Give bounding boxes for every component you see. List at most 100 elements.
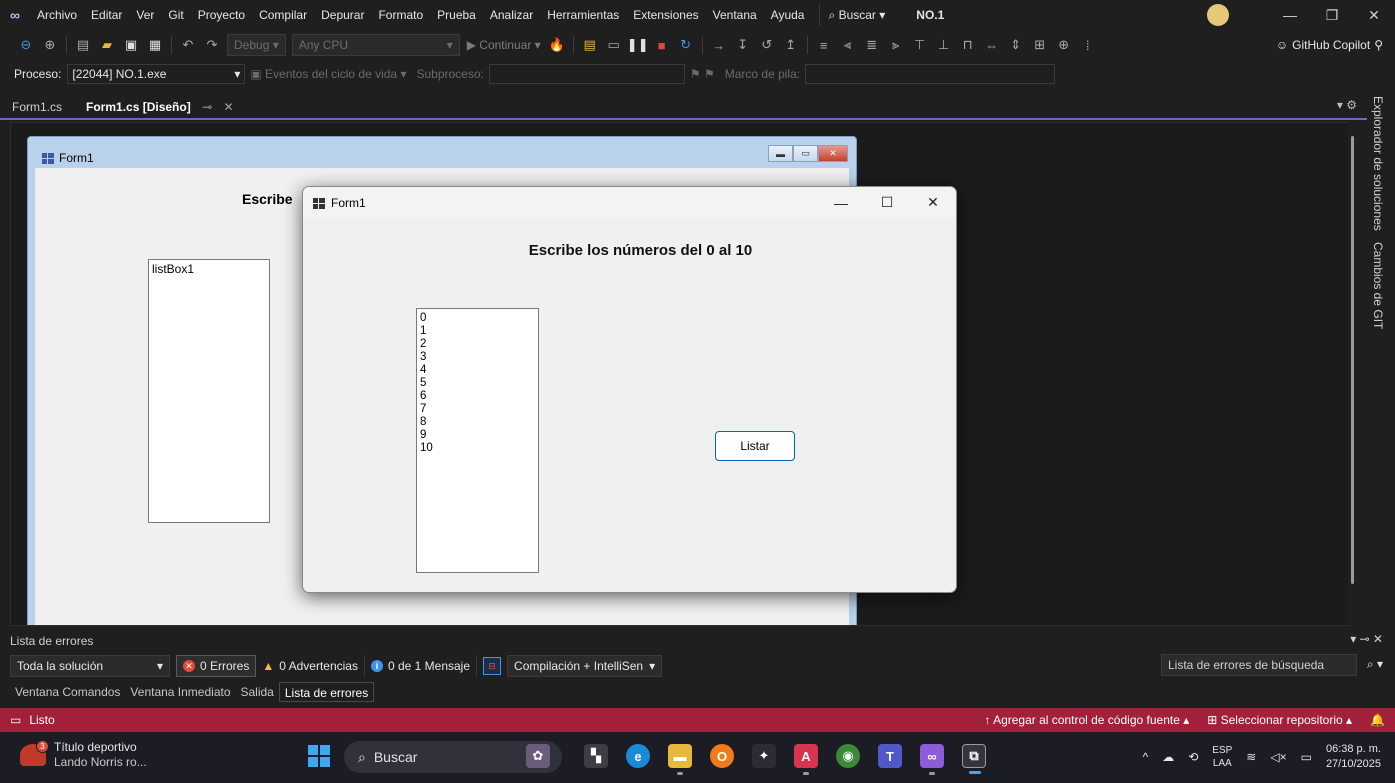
wifi-icon[interactable]: ≋ [1246,750,1256,764]
battery-icon[interactable]: ▭ [1301,750,1312,764]
align-bottom-icon[interactable]: ⊓ [958,35,978,55]
tab-form1-design[interactable]: Form1.cs [Diseño] ⊸ ✕ [74,96,246,118]
minimize-icon[interactable]: — [1269,0,1311,30]
menu-depurar[interactable]: Depurar [314,0,371,30]
add-source-control-button[interactable]: ↑ Agregar al control de código fuente ▴ [984,713,1189,727]
messages-filter-button[interactable]: i 0 de 1 Mensaje [365,655,478,677]
menu-git[interactable]: Git [161,0,190,30]
list-item[interactable]: 2 [420,338,535,351]
chrome-icon[interactable]: ◉ [836,744,860,768]
designer-listbox[interactable]: listBox1 [148,259,270,523]
menu-analizar[interactable]: Analizar [483,0,540,30]
tab-error-list[interactable]: Lista de errores [278,682,375,702]
menu-extensiones[interactable]: Extensiones [626,0,705,30]
opera-icon[interactable]: O [710,744,734,768]
pause-icon[interactable]: ❚❚ [627,35,649,55]
clock[interactable]: 06:38 p. m. 27/10/2025 [1326,742,1381,772]
filter-icon[interactable]: ⊟ [483,657,502,675]
input-language[interactable]: ESP LAA [1212,744,1232,770]
designer-scrollbar[interactable] [1348,122,1358,626]
menu-ventana[interactable]: Ventana [706,0,764,30]
list-item[interactable]: 8 [420,416,535,429]
back-icon[interactable]: ⊖ [16,35,36,55]
close-icon[interactable]: ✕ [1353,0,1395,30]
show-hidden-icons-icon[interactable]: ^ [1143,750,1149,764]
build-filter-combo[interactable]: Compilación + IntelliSen ▾ [507,655,663,677]
maximize-icon[interactable]: ☐ [864,187,910,218]
menu-editar[interactable]: Editar [84,0,129,30]
solution-explorer-tab[interactable]: Explorador de soluciones [1371,96,1385,231]
start-button-icon[interactable] [308,745,330,767]
restore-icon[interactable]: ❐ [1311,0,1353,30]
errors-filter-button[interactable]: ✕ 0 Errores [176,655,257,677]
tab-immediate-window[interactable]: Ventana Inmediato [125,682,235,702]
volume-icon[interactable]: ◁× [1270,750,1286,764]
open-folder-icon[interactable]: ▰ [97,35,117,55]
configuration-combo[interactable]: Debug ▾ [227,34,286,56]
close-tab-icon[interactable]: ✕ [223,100,233,114]
align-middle-icon[interactable]: ⊥ [934,35,954,55]
step-over-icon[interactable]: → [709,35,729,55]
list-item[interactable]: 10 [420,442,535,455]
tab-output[interactable]: Salida [236,682,279,702]
menu-archivo[interactable]: Archivo [30,0,84,30]
format-icon[interactable]: ≡ [814,35,834,55]
list-item[interactable]: 4 [420,364,535,377]
thread-combo[interactable] [488,64,685,84]
edge-icon[interactable]: e [626,744,650,768]
scrollbar-thumb[interactable] [1351,136,1354,584]
numbers-listbox[interactable]: 0 1 2 3 4 5 6 7 8 9 10 [416,308,539,573]
list-item[interactable]: 6 [420,390,535,403]
warnings-filter-button[interactable]: ▲ 0 Advertencias [256,655,365,677]
menu-ver[interactable]: Ver [129,0,161,30]
restart-icon[interactable]: ↻ [676,35,696,55]
solution-name[interactable]: NO.1 [909,0,951,30]
menu-compilar[interactable]: Compilar [252,0,314,30]
new-item-icon[interactable]: ▤ [73,35,93,55]
list-item[interactable]: 9 [420,429,535,442]
global-search-button[interactable]: ⌕ Buscar ▾ [819,4,893,26]
output-icon[interactable]: ▭ [10,713,21,727]
save-all-icon[interactable]: ▦ [145,35,165,55]
tab-command-window[interactable]: Ventana Comandos [10,682,125,702]
github-copilot-button[interactable]: ☺ GitHub Copilot ⚲ [1276,30,1383,60]
same-width-icon[interactable]: ⇔ [982,35,1002,55]
menu-prueba[interactable]: Prueba [430,0,483,30]
hot-reload-icon[interactable]: 🔥 [547,35,567,55]
align-center-icon[interactable]: ≣ [862,35,882,55]
list-item[interactable]: 1 [420,325,535,338]
task-view-icon[interactable]: ▚ [584,744,608,768]
notifications-icon[interactable]: 🔔 [1370,713,1385,727]
step-back-icon[interactable]: ↺ [757,35,777,55]
select-repo-button[interactable]: ⊞ Seleccionar repositorio ▴ [1207,713,1352,727]
tab-order-icon[interactable]: ⁞ [1078,35,1098,55]
designer-heading-label[interactable]: Escribe [242,191,293,207]
menu-ayuda[interactable]: Ayuda [764,0,812,30]
stop-icon[interactable]: ■ [652,35,672,55]
undo-icon[interactable]: ↶ [178,35,198,55]
zoom-icon[interactable]: ⊕ [1054,35,1074,55]
news-widget[interactable]: 3 Título deportivo Lando Norris ro... [20,740,147,770]
align-top-icon[interactable]: ⊤ [910,35,930,55]
stack-frame-combo[interactable] [805,64,1056,84]
access-icon[interactable]: A [794,744,818,775]
align-right-icon[interactable]: ⫸ [886,35,906,55]
list-item[interactable]: 0 [420,312,535,325]
lifecycle-events-button[interactable]: ▣ Eventos del ciclo de vida ▾ [250,67,406,81]
diagnostics-icon[interactable]: ▤ [580,35,600,55]
continue-button[interactable]: ▶ Continuar ▾ [467,38,541,52]
list-item[interactable]: 3 [420,351,535,364]
teams-icon[interactable]: T [878,744,902,768]
menu-herramientas[interactable]: Herramientas [540,0,626,30]
sync-icon[interactable]: ⟲ [1188,750,1198,764]
tab-overflow-icon[interactable]: ▾ ⚙ [1337,98,1357,112]
step-into-icon[interactable]: ↧ [733,35,753,55]
search-icon[interactable]: ⌕ ▾ [1367,657,1383,672]
process-combo[interactable]: [22044] NO.1.exe ▾ [67,64,246,84]
same-height-icon[interactable]: ⇕ [1006,35,1026,55]
align-left-icon[interactable]: ⫷ [838,35,858,55]
search-highlight-icon[interactable]: ✿ [526,744,550,768]
onedrive-icon[interactable]: ☁ [1162,750,1174,764]
redo-icon[interactable]: ↷ [202,35,222,55]
dev-tool-icon[interactable]: ✦ [752,744,776,768]
